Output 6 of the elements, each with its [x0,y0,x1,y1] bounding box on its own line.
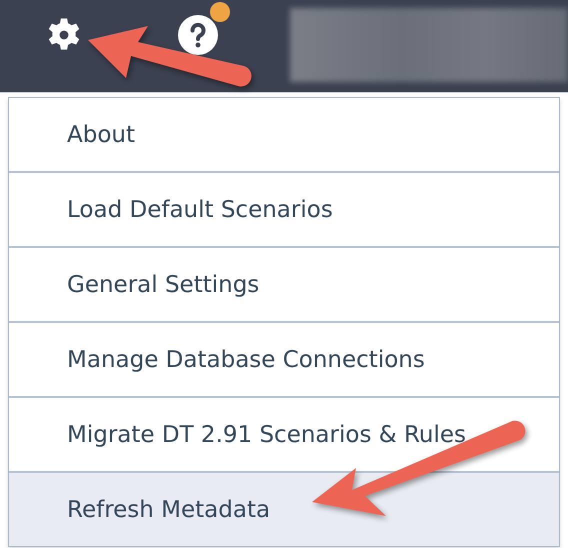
help-icon[interactable] [178,15,218,55]
menu-item[interactable]: About [9,98,559,171]
menu-item[interactable]: Manage Database Connections [9,321,559,396]
menu-item[interactable]: Load Default Scenarios [9,171,559,246]
menu-item[interactable]: General Settings [9,246,559,321]
menu-item[interactable]: Refresh Metadata [9,471,559,546]
